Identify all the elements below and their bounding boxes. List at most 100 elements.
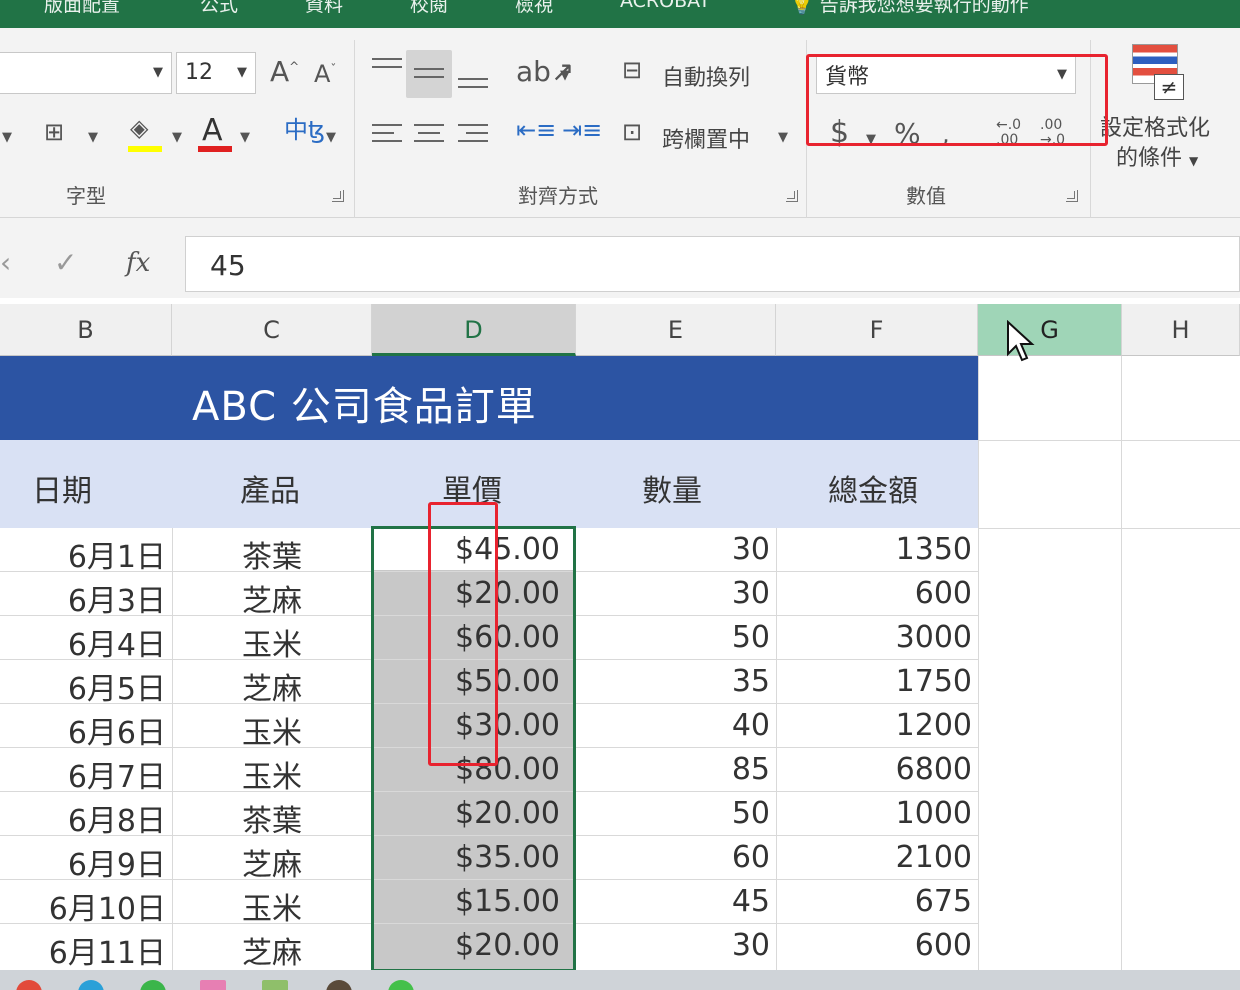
- number-format-combo[interactable]: 貨幣 ▼: [816, 54, 1076, 94]
- cell-product[interactable]: 茶葉: [172, 796, 372, 840]
- cell-total[interactable]: 1200: [776, 708, 972, 743]
- taskbar-app-icon[interactable]: [16, 980, 42, 990]
- enter-entry-icon[interactable]: ✓: [54, 246, 77, 279]
- cell-product[interactable]: 芝麻: [172, 576, 372, 620]
- chevron-down-icon[interactable]: ▼: [778, 130, 788, 145]
- cell-date[interactable]: 6月1日: [0, 532, 166, 576]
- tab-page-layout[interactable]: 版面配置: [44, 0, 120, 17]
- cell-product[interactable]: 芝麻: [172, 664, 372, 708]
- cell-qty[interactable]: 40: [576, 708, 770, 743]
- column-header-h[interactable]: H: [1122, 304, 1240, 356]
- cell-qty[interactable]: 45: [576, 884, 770, 919]
- tab-review[interactable]: 校閱: [410, 0, 448, 17]
- fill-color-icon[interactable]: ◈: [130, 116, 148, 140]
- merge-center-icon[interactable]: ⊡: [622, 120, 642, 144]
- cell-date[interactable]: 6月6日: [0, 708, 166, 752]
- increase-indent-icon[interactable]: ⇥≡: [562, 118, 602, 142]
- header-date[interactable]: 日期: [32, 466, 92, 510]
- merge-center-label[interactable]: 跨欄置中: [662, 122, 750, 154]
- increase-decimal-icon[interactable]: ←.0 .00: [996, 118, 1021, 148]
- font-dialog-launcher-icon[interactable]: [332, 190, 344, 202]
- currency-format-icon[interactable]: $: [830, 118, 849, 148]
- sheet-title-band[interactable]: ABC 公司食品訂單: [0, 356, 978, 440]
- top-align-icon[interactable]: [372, 58, 402, 74]
- tab-view[interactable]: 檢視: [515, 0, 553, 17]
- conditional-formatting-label-2[interactable]: 的條件 ▼: [1116, 140, 1198, 172]
- tab-data[interactable]: 資料: [305, 0, 343, 17]
- chevron-down-icon[interactable]: ▼: [240, 130, 250, 145]
- number-dialog-launcher-icon[interactable]: [1066, 190, 1078, 202]
- cell-qty[interactable]: 30: [576, 576, 770, 611]
- conditional-formatting-label-1[interactable]: 設定格式化: [1100, 110, 1210, 142]
- cell-total[interactable]: 600: [776, 928, 972, 963]
- bottom-align-icon[interactable]: [458, 78, 488, 94]
- chevron-down-icon[interactable]: ▼: [866, 132, 876, 147]
- decrease-indent-icon[interactable]: ⇤≡: [516, 118, 556, 142]
- cell-total[interactable]: 675: [776, 884, 972, 919]
- cell-product[interactable]: 茶葉: [172, 532, 372, 576]
- cell-date[interactable]: 6月5日: [0, 664, 166, 708]
- cell-qty[interactable]: 60: [576, 840, 770, 875]
- tell-me-search[interactable]: 💡 告訴我您想要執行的動作: [790, 0, 1029, 17]
- phonetic-guide-icon[interactable]: 中ꜩ: [284, 118, 325, 142]
- wrap-text-icon[interactable]: ⊟: [622, 58, 642, 82]
- column-header-b[interactable]: B: [0, 304, 172, 356]
- formula-input[interactable]: 45: [185, 236, 1240, 292]
- cell-qty[interactable]: 50: [576, 620, 770, 655]
- conditional-formatting-icon[interactable]: ≠: [1132, 44, 1188, 102]
- header-price[interactable]: 單價: [442, 466, 502, 510]
- cell-total[interactable]: 1750: [776, 664, 972, 699]
- chevron-down-icon[interactable]: ▼: [2, 130, 12, 145]
- decrease-decimal-icon[interactable]: .00 →.0: [1040, 118, 1065, 148]
- align-left-icon[interactable]: [372, 124, 402, 148]
- comma-style-icon[interactable]: ,: [942, 122, 950, 146]
- cell-product[interactable]: 芝麻: [172, 840, 372, 884]
- cell-qty[interactable]: 35: [576, 664, 770, 699]
- chevron-down-icon[interactable]: ▼: [326, 130, 336, 145]
- column-header-e[interactable]: E: [576, 304, 776, 356]
- cell-total[interactable]: 600: [776, 576, 972, 611]
- cell-product[interactable]: 芝麻: [172, 928, 372, 972]
- column-header-f[interactable]: F: [776, 304, 978, 356]
- cell-date[interactable]: 6月8日: [0, 796, 166, 840]
- tab-acrobat[interactable]: ACROBAT: [620, 0, 710, 12]
- cell-product[interactable]: 玉米: [172, 752, 372, 796]
- chevron-down-icon[interactable]: ▼: [88, 130, 98, 145]
- cell-product[interactable]: 玉米: [172, 708, 372, 752]
- cell-total[interactable]: 2100: [776, 840, 972, 875]
- wrap-text-label[interactable]: 自動換列: [662, 60, 750, 92]
- cell-qty[interactable]: 85: [576, 752, 770, 787]
- font-name-combo[interactable]: ▼: [0, 52, 172, 94]
- cell-date[interactable]: 6月11日: [0, 928, 166, 972]
- column-header-d[interactable]: D: [372, 304, 576, 356]
- column-header-g[interactable]: G: [978, 304, 1122, 356]
- cell-date[interactable]: 6月4日: [0, 620, 166, 664]
- font-size-combo[interactable]: 12 ▼: [176, 52, 256, 94]
- cell-total[interactable]: 3000: [776, 620, 972, 655]
- align-center-icon[interactable]: [414, 124, 444, 148]
- tab-formulas[interactable]: 公式: [200, 0, 238, 17]
- font-color-icon[interactable]: A: [202, 116, 223, 146]
- header-qty[interactable]: 數量: [642, 466, 702, 510]
- taskbar-app-icon[interactable]: [262, 980, 288, 990]
- taskbar-app-icon[interactable]: [140, 980, 166, 990]
- cell-total[interactable]: 6800: [776, 752, 972, 787]
- cell-total[interactable]: 1000: [776, 796, 972, 831]
- decrease-font-size-icon[interactable]: Aˇ: [314, 62, 336, 86]
- alignment-dialog-launcher-icon[interactable]: [786, 190, 798, 202]
- chevron-down-icon[interactable]: ▼: [172, 130, 182, 145]
- increase-font-size-icon[interactable]: A^: [270, 58, 299, 86]
- cell-product[interactable]: 玉米: [172, 620, 372, 664]
- cell-date[interactable]: 6月9日: [0, 840, 166, 884]
- taskbar-app-icon[interactable]: [78, 980, 104, 990]
- header-product[interactable]: 產品: [240, 466, 300, 510]
- cancel-entry-icon[interactable]: ‹: [0, 246, 11, 279]
- taskbar-app-icon[interactable]: [200, 980, 226, 990]
- insert-function-icon[interactable]: fx: [126, 248, 150, 278]
- column-header-c[interactable]: C: [172, 304, 372, 356]
- cell-qty[interactable]: 30: [576, 532, 770, 567]
- cell-date[interactable]: 6月7日: [0, 752, 166, 796]
- cell-product[interactable]: 玉米: [172, 884, 372, 928]
- borders-icon[interactable]: ⊞: [44, 120, 64, 144]
- cell-date[interactable]: 6月10日: [0, 884, 166, 928]
